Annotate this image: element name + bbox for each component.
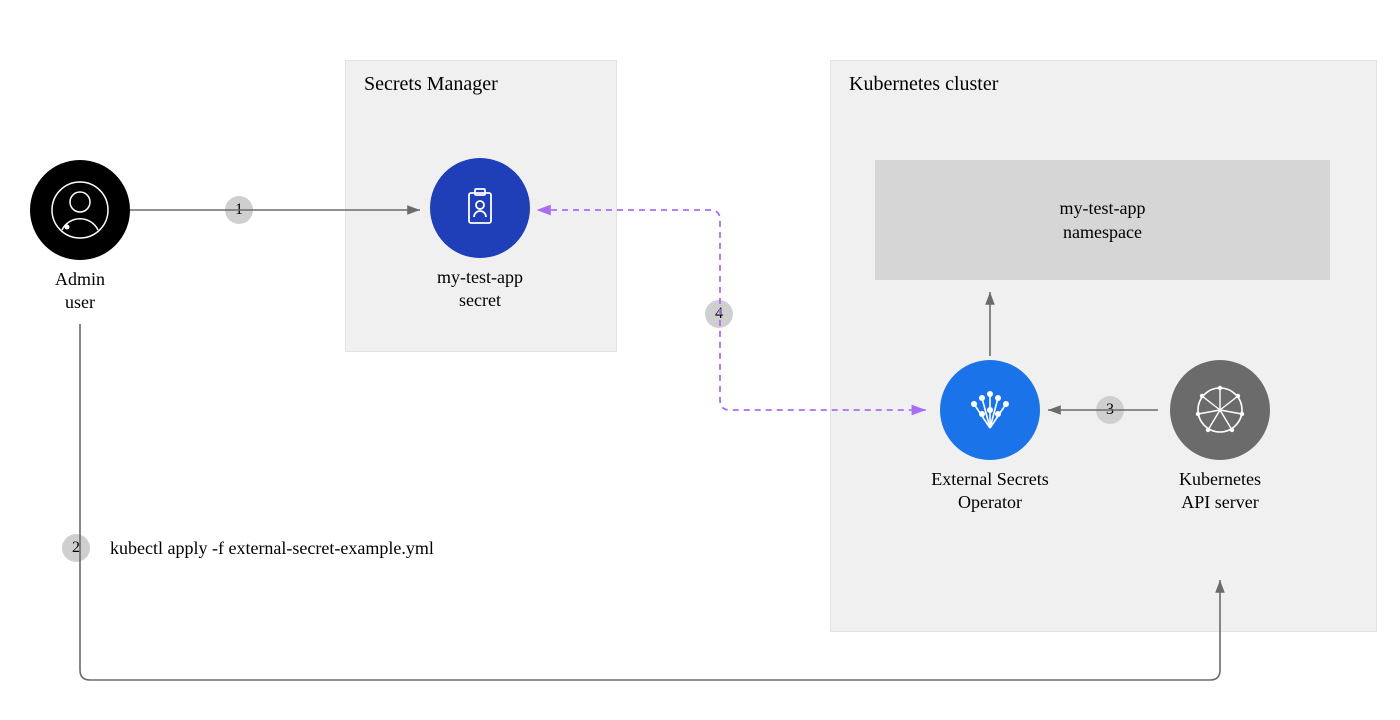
step-2-badge: 2 (62, 534, 90, 562)
k8s-cluster-title: Kubernetes cluster (831, 61, 1376, 96)
namespace-box: my-test-app namespace (875, 160, 1330, 280)
secret-item: my-test-app secret (430, 158, 530, 313)
namespace-label: my-test-app namespace (1060, 196, 1146, 245)
kubectl-command: kubectl apply -f external-secret-example… (110, 538, 434, 559)
diagram-canvas: Secrets Manager Kubernetes cluster my-te… (0, 0, 1400, 720)
eso-label: External Secrets Operator (930, 468, 1050, 515)
k8s-api-actor: Kubernetes API server (1160, 360, 1280, 515)
secret-credential-icon (430, 158, 530, 258)
admin-actor: Admin user (30, 160, 130, 315)
admin-label: Admin user (30, 268, 130, 315)
k8s-api-icon (1170, 360, 1270, 460)
eso-icon (940, 360, 1040, 460)
secret-item-label: my-test-app secret (430, 266, 530, 313)
k8s-api-label: Kubernetes API server (1160, 468, 1280, 515)
step-1-badge: 1 (225, 196, 253, 224)
step-3-badge: 3 (1096, 396, 1124, 424)
step-4-badge: 4 (705, 300, 733, 328)
secrets-manager-title: Secrets Manager (346, 61, 616, 96)
k8s-cluster-box: Kubernetes cluster (830, 60, 1377, 632)
eso-actor: External Secrets Operator (930, 360, 1050, 515)
user-icon (30, 160, 130, 260)
